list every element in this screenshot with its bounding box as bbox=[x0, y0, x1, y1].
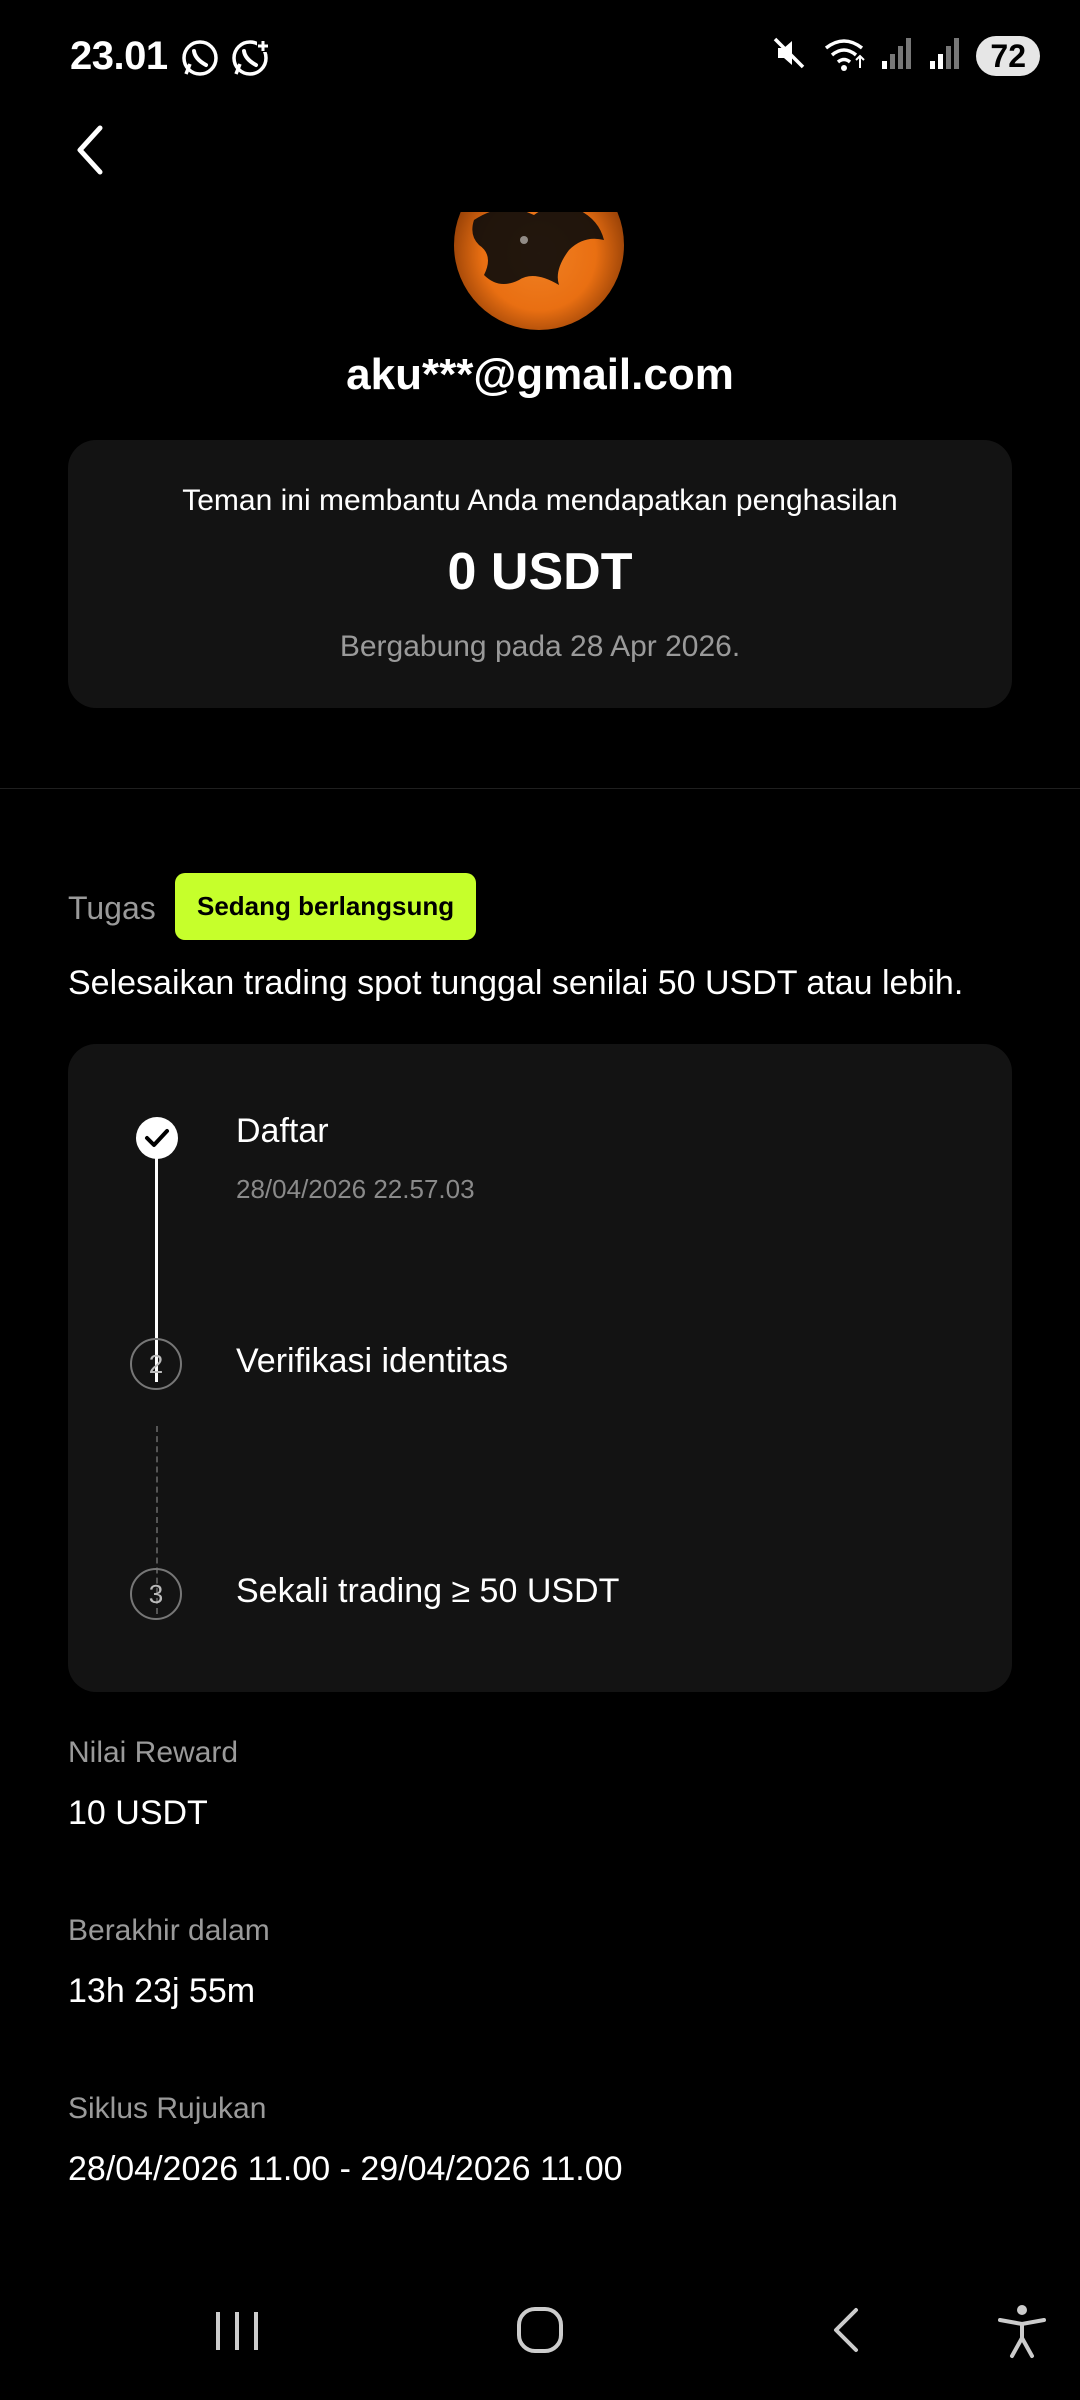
home-icon bbox=[517, 2307, 563, 2353]
steps-card: Daftar 28/04/2026 22.57.03 2 Verifikasi … bbox=[68, 1044, 1012, 1692]
step-2-number: 2 bbox=[130, 1338, 182, 1390]
cycle-value: 28/04/2026 11.00 - 29/04/2026 11.00 bbox=[68, 2150, 623, 2188]
cycle-label: Siklus Rujukan bbox=[68, 2092, 267, 2125]
reward-label: Nilai Reward bbox=[68, 1736, 239, 1769]
reward-value: 10 USDT bbox=[68, 1794, 208, 1832]
whatsapp-business-icon bbox=[230, 38, 270, 83]
nav-back-button[interactable] bbox=[820, 2300, 870, 2365]
step-title: Sekali trading ≥ 50 USDT bbox=[236, 1572, 620, 1610]
back-icon bbox=[834, 2308, 858, 2352]
status-time: 23.01 bbox=[70, 34, 168, 78]
home-button[interactable] bbox=[510, 2300, 570, 2365]
back-button[interactable] bbox=[70, 120, 120, 180]
ends-value: 13h 23j 55m bbox=[68, 1972, 256, 2010]
recent-apps-icon bbox=[216, 2312, 258, 2350]
earnings-caption: Teman ini membantu Anda mendapatkan peng… bbox=[182, 484, 898, 517]
earnings-card: Teman ini membantu Anda mendapatkan peng… bbox=[68, 440, 1012, 708]
referral-email: aku***@gmail.com bbox=[346, 350, 734, 399]
step-title: Daftar bbox=[236, 1112, 329, 1150]
section-divider bbox=[0, 788, 1080, 789]
task-label: Tugas bbox=[68, 890, 156, 926]
battery-level: 72 bbox=[976, 35, 1040, 76]
ends-label: Berakhir dalam bbox=[68, 1914, 270, 1947]
earnings-amount: 0 USDT bbox=[447, 543, 633, 601]
header-mask bbox=[440, 150, 640, 212]
signal-icon bbox=[928, 35, 962, 76]
status-badge: Sedang berlangsung bbox=[175, 873, 477, 940]
step-title: Verifikasi identitas bbox=[236, 1342, 509, 1380]
task-description: Selesaikan trading spot tunggal senilai … bbox=[68, 964, 964, 1002]
check-icon bbox=[145, 1129, 169, 1147]
joined-date: Bergabung pada 28 Apr 2026. bbox=[339, 630, 741, 663]
step-1-check bbox=[136, 1117, 178, 1159]
notification-icons bbox=[180, 38, 270, 83]
whatsapp-icon bbox=[180, 38, 220, 83]
system-icons: 72 bbox=[770, 34, 1040, 77]
signal-icon bbox=[880, 35, 914, 76]
accessibility-button[interactable] bbox=[994, 2300, 1050, 2365]
wifi-icon bbox=[822, 34, 866, 77]
chevron-left-icon bbox=[77, 125, 103, 175]
recent-apps-button[interactable] bbox=[212, 2300, 262, 2365]
step-date: 28/04/2026 22.57.03 bbox=[236, 1174, 475, 1204]
accessibility-icon bbox=[998, 2305, 1046, 2358]
mute-icon bbox=[770, 34, 808, 77]
step-3-number: 3 bbox=[130, 1568, 182, 1620]
